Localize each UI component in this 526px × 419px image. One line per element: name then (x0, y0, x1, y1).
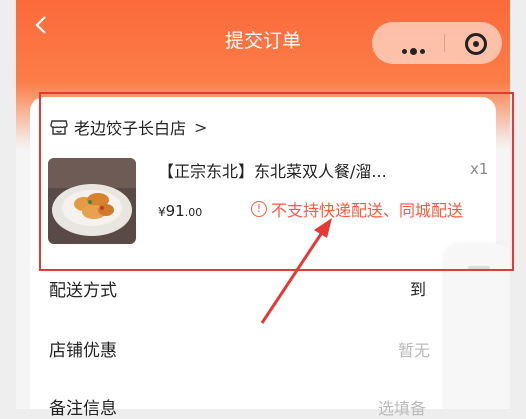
delivery-method-value[interactable]: 到 (410, 276, 426, 300)
annotation-highlight-box (39, 92, 514, 271)
note-input[interactable]: 选填备 (378, 395, 426, 419)
store-discount-value[interactable]: 暂无 (398, 337, 430, 361)
delivery-method-label: 配送方式 (49, 281, 117, 301)
mini-program-capsule (372, 22, 502, 64)
target-circle-icon[interactable] (465, 33, 487, 55)
capsule-divider (444, 34, 445, 52)
store-discount-label: 店铺优惠 (49, 341, 117, 361)
note-label: 备注信息 (49, 399, 117, 419)
more-dots-icon[interactable] (402, 41, 428, 60)
